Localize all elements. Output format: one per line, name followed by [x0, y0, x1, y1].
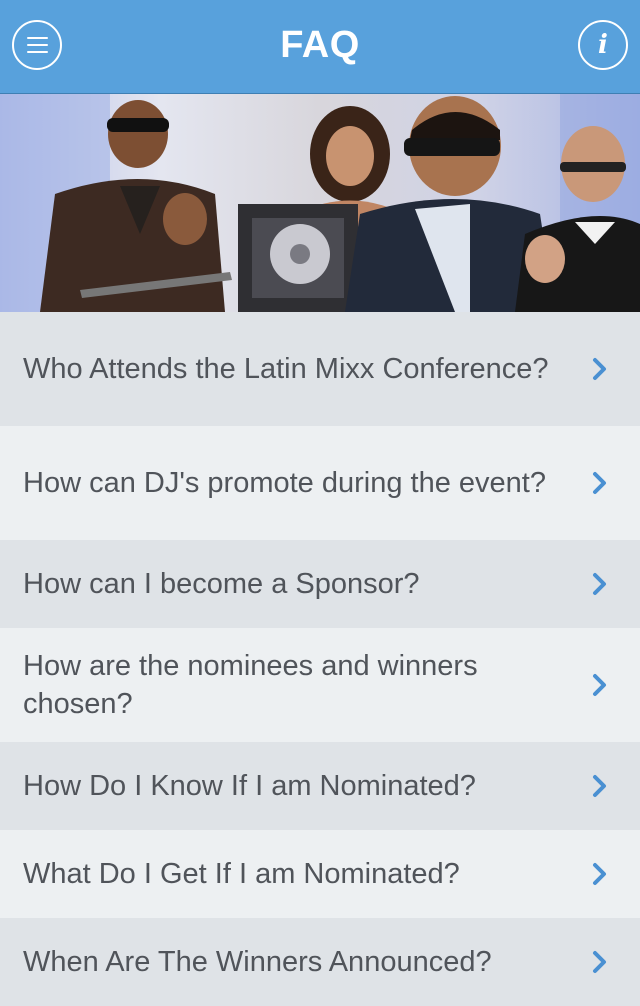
faq-item[interactable]: When Are The Winners Announced? [0, 918, 640, 1006]
chevron-right-icon [593, 472, 606, 494]
faq-list: Who Attends the Latin Mixx Conference? H… [0, 312, 640, 1006]
faq-item-label: How can I become a Sponsor? [23, 568, 420, 600]
faq-item[interactable]: How Do I Know If I am Nominated? [0, 742, 640, 830]
chevron-right-icon [593, 951, 606, 973]
hero-image [0, 94, 640, 312]
faq-item-label: How Do I Know If I am Nominated? [23, 770, 476, 802]
faq-item-label: Who Attends the Latin Mixx Conference? [23, 353, 549, 385]
info-button[interactable]: i [578, 20, 628, 70]
faq-item[interactable]: How can DJ's promote during the event? [0, 426, 640, 540]
chevron-right-icon [593, 573, 606, 595]
faq-item[interactable]: How are the nominees and winners chosen? [0, 628, 640, 742]
chevron-right-icon [593, 674, 606, 696]
chevron-right-icon [593, 358, 606, 380]
award-ceremony-photo [0, 94, 640, 312]
faq-item[interactable]: Who Attends the Latin Mixx Conference? [0, 312, 640, 426]
menu-button[interactable] [12, 20, 62, 70]
page-title: FAQ [280, 24, 360, 66]
chevron-right-icon [593, 775, 606, 797]
chevron-right-icon [593, 863, 606, 885]
info-icon: i [598, 30, 608, 60]
faq-item-label: How are the nominees and winners chosen? [23, 650, 478, 720]
faq-item-label: What Do I Get If I am Nominated? [23, 858, 460, 890]
faq-item-label: When Are The Winners Announced? [23, 946, 492, 978]
top-navigation-bar: FAQ i [0, 0, 640, 94]
faq-item[interactable]: How can I become a Sponsor? [0, 540, 640, 628]
faq-item-label: How can DJ's promote during the event? [23, 467, 546, 499]
faq-item[interactable]: What Do I Get If I am Nominated? [0, 830, 640, 918]
